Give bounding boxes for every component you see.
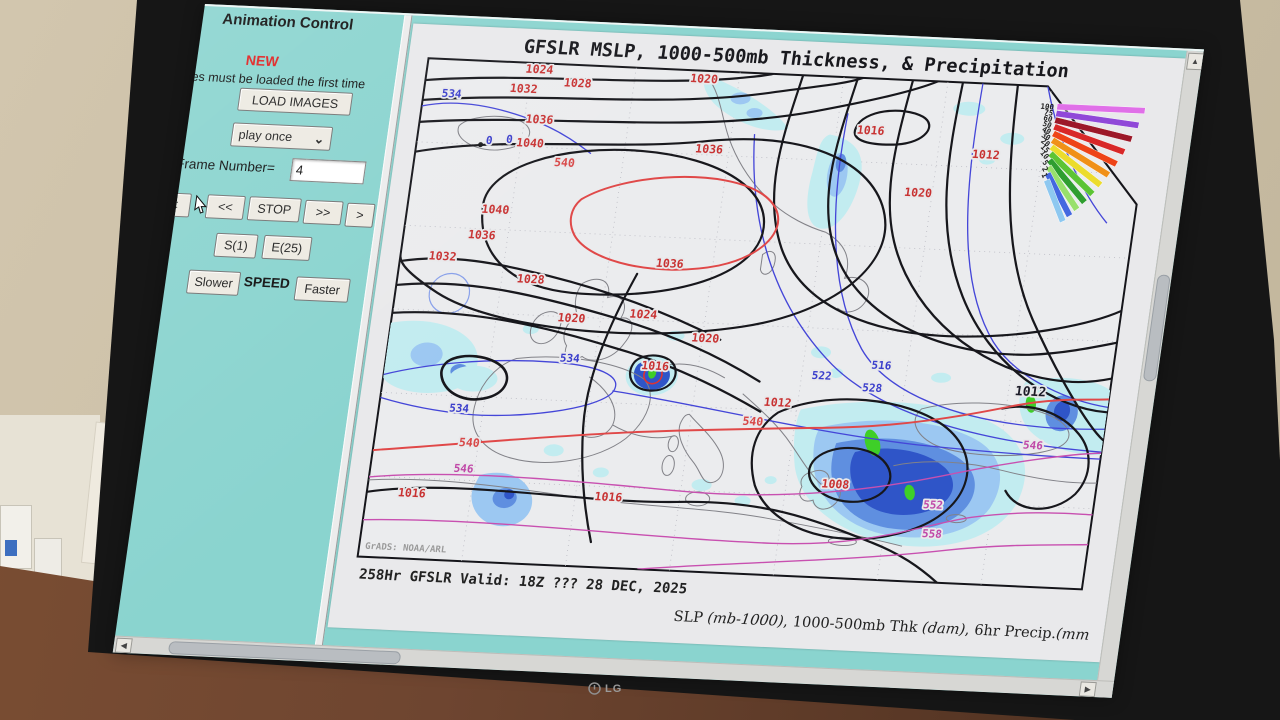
contour-label: 540 <box>553 155 576 170</box>
contour-label: 1012 <box>1014 384 1047 400</box>
contour-label: 1016 <box>640 358 670 373</box>
frame-number-input[interactable] <box>289 158 366 184</box>
contour-label: 1020 <box>557 310 587 325</box>
contour-label: 1040 <box>481 202 511 217</box>
contour-label: 534 <box>448 402 470 416</box>
chevron-down-icon: ⌄ <box>313 131 326 146</box>
contour-label: 1032 <box>428 248 458 263</box>
fast-forward-button[interactable]: >> <box>302 200 343 226</box>
contour-label: 1036 <box>525 112 555 127</box>
footer-part: (mb-1000) <box>706 610 784 629</box>
start-frame-button[interactable]: S(1) <box>213 233 258 259</box>
contour-label: 1020 <box>689 71 719 86</box>
contour-label: 1040 <box>515 135 545 150</box>
contour-label: 1036 <box>467 227 497 242</box>
contour-label: 546 <box>1022 439 1044 453</box>
end-frame-button[interactable]: E(25) <box>261 235 312 261</box>
rewind-button[interactable]: << <box>205 194 246 220</box>
step-forward-button[interactable]: > <box>344 203 375 228</box>
contour-label: 546 <box>453 462 475 476</box>
contour-label: 516 <box>871 359 893 373</box>
contour-label: 1028 <box>563 75 593 90</box>
contour-label: 522 <box>811 369 833 383</box>
mouse-cursor-icon <box>193 195 210 216</box>
footer-part: SLP <box>672 609 708 626</box>
contour-label: 1020 <box>903 185 933 200</box>
contour-label: 1016 <box>594 489 624 504</box>
footer-part: (dam) <box>921 620 966 638</box>
load-images-button[interactable]: LOAD IMAGES <box>237 88 353 116</box>
contour-label: 1036 <box>655 256 685 271</box>
contour-label: 534 <box>441 87 463 101</box>
contour-label: 1036 <box>694 141 724 156</box>
contour-label: 1012 <box>971 147 1001 162</box>
contour-label: 1032 <box>509 81 539 96</box>
valid-time-line: 258Hr GFSLR Valid: 18Z ??? 28 DEC, 2025 <box>358 567 688 598</box>
weather-map-image: GFSLR MSLP, 1000-500mb Thickness, & Prec… <box>327 23 1185 662</box>
monitor-screen: Animation Control NEW es must be loaded … <box>113 4 1204 698</box>
lg-circle-icon <box>588 682 601 695</box>
contour-label: 558 <box>921 527 943 541</box>
contour-label: 552 <box>922 498 944 512</box>
contour-label: 1008 <box>821 477 851 492</box>
contour-label: 1012 <box>763 395 793 410</box>
scroll-right-icon[interactable]: ▶ <box>1079 681 1097 697</box>
panel-title: Animation Control <box>192 10 384 36</box>
weather-map-svg: GFSLR MSLP, 1000-500mb Thickness, & Prec… <box>327 23 1185 662</box>
footer-part: (mm <box>1055 626 1090 643</box>
slower-button[interactable]: Slower <box>186 270 241 296</box>
scroll-left-icon[interactable]: ◀ <box>115 638 133 654</box>
contour-label: 1024 <box>629 307 659 322</box>
contour-label: 1024 <box>525 62 555 77</box>
contour-label: 540 <box>742 414 765 429</box>
faster-button[interactable]: Faster <box>294 276 351 302</box>
contour-label: 1016 <box>397 485 427 500</box>
contour-label: 540 <box>458 435 481 450</box>
speed-label: SPEED <box>241 274 293 291</box>
wall-switch-plate <box>0 505 32 569</box>
stop-button[interactable]: STOP <box>247 196 302 222</box>
contour-label: 1020 <box>691 330 721 345</box>
play-mode-value: play once <box>238 128 293 144</box>
contour-label: 1028 <box>516 271 546 286</box>
monitor-brand-text: LG <box>605 683 622 695</box>
new-badge: NEW <box>186 49 338 72</box>
contour-label: 528 <box>861 381 883 395</box>
frame-number-label: Frame Number= <box>175 156 276 175</box>
contour-label: 534 <box>559 352 581 366</box>
scroll-up-icon[interactable]: ▲ <box>1186 53 1204 71</box>
monitor-brand: LG <box>588 682 622 695</box>
contour-label: 1016 <box>856 123 886 138</box>
play-mode-select[interactable]: play once ⌄ <box>230 122 333 150</box>
